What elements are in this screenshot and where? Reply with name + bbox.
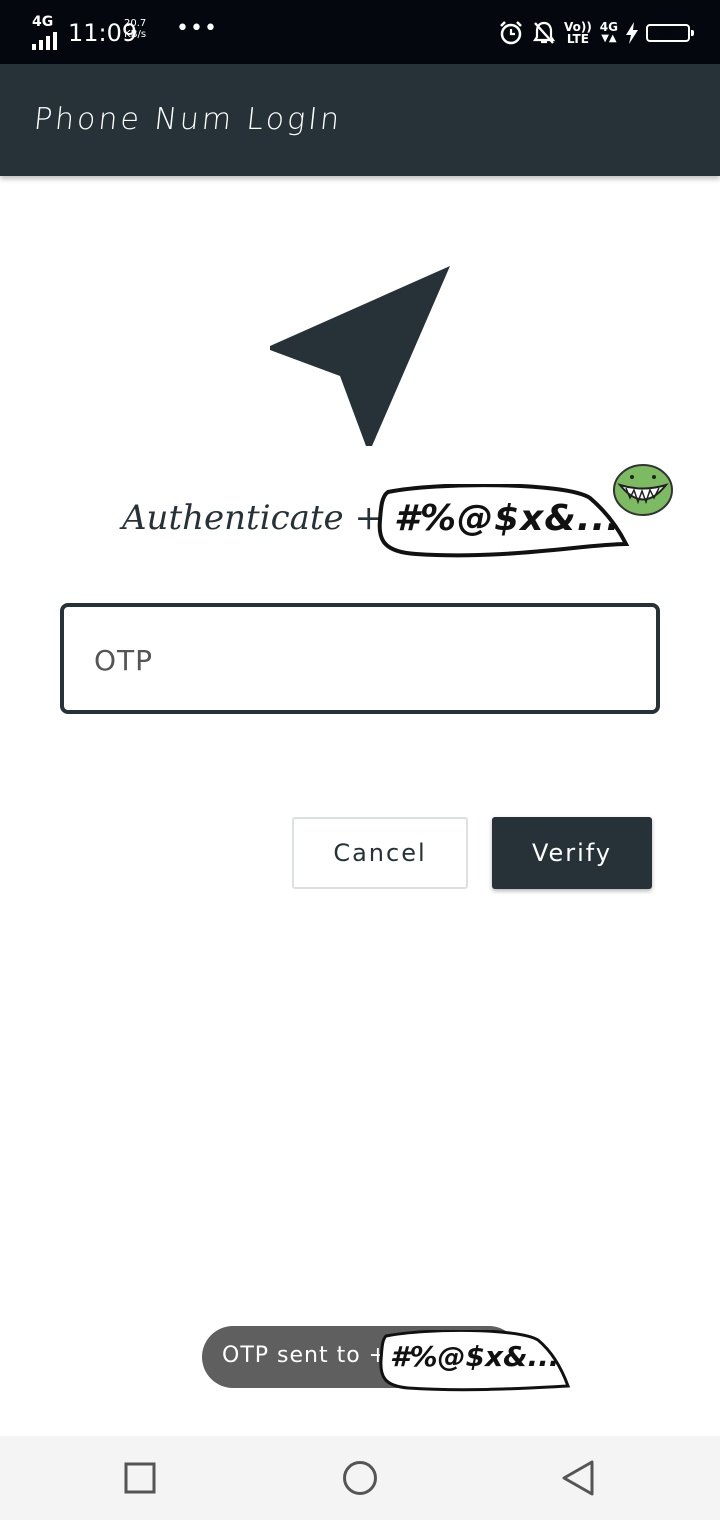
notifications-off-icon [532,21,556,44]
volte-indicator: Vo)) LTE [564,21,592,45]
toast-masked-number-sticker: #%@$x&... [378,1330,572,1392]
battery-level: 89 [660,26,676,39]
charging-icon [626,22,638,44]
masked-number: #%@$x&... [394,498,621,539]
status-bar: 4G 11:09 20.7 KB/s ••• Vo)) LTE 4G ▼▲ 89 [0,0,720,64]
mobile-data-indicator: 4G ▼▲ [600,21,618,45]
data-arrows-icon: ▼▲ [601,33,617,44]
status-icons: Vo)) LTE 4G ▼▲ 89 [498,18,694,48]
otp-input[interactable] [92,637,616,683]
battery-icon: 89 [646,24,694,42]
volte-bottom: LTE [566,32,589,46]
system-nav-bar [0,1436,720,1520]
data-type: 4G [599,20,618,34]
more-notifications-icon: ••• [176,16,218,41]
grinning-face-icon [613,464,673,516]
circle-icon [343,1461,377,1495]
masked-number-sticker: #%@$x&... [376,484,632,560]
navigation-arrow-icon [270,266,450,446]
back-button[interactable] [538,1436,618,1520]
toast-masked-number: #%@$x&... [390,1340,560,1373]
speed-value: 20.7 [124,18,147,29]
square-icon [124,1462,156,1494]
cancel-button[interactable]: Cancel [292,817,468,889]
otp-field[interactable] [60,603,660,714]
speed-unit: KB/s [124,29,147,40]
data-speed: 20.7 KB/s [124,18,146,40]
verify-button[interactable]: Verify [492,817,652,889]
alarm-icon [500,21,522,45]
network-type: 4G [32,14,54,30]
app-title: Phone Num LogIn [32,102,344,137]
triangle-back-icon [562,1460,594,1496]
recents-button[interactable] [100,1436,180,1520]
home-button[interactable] [320,1436,400,1520]
app-bar: Phone Num LogIn [0,64,720,176]
